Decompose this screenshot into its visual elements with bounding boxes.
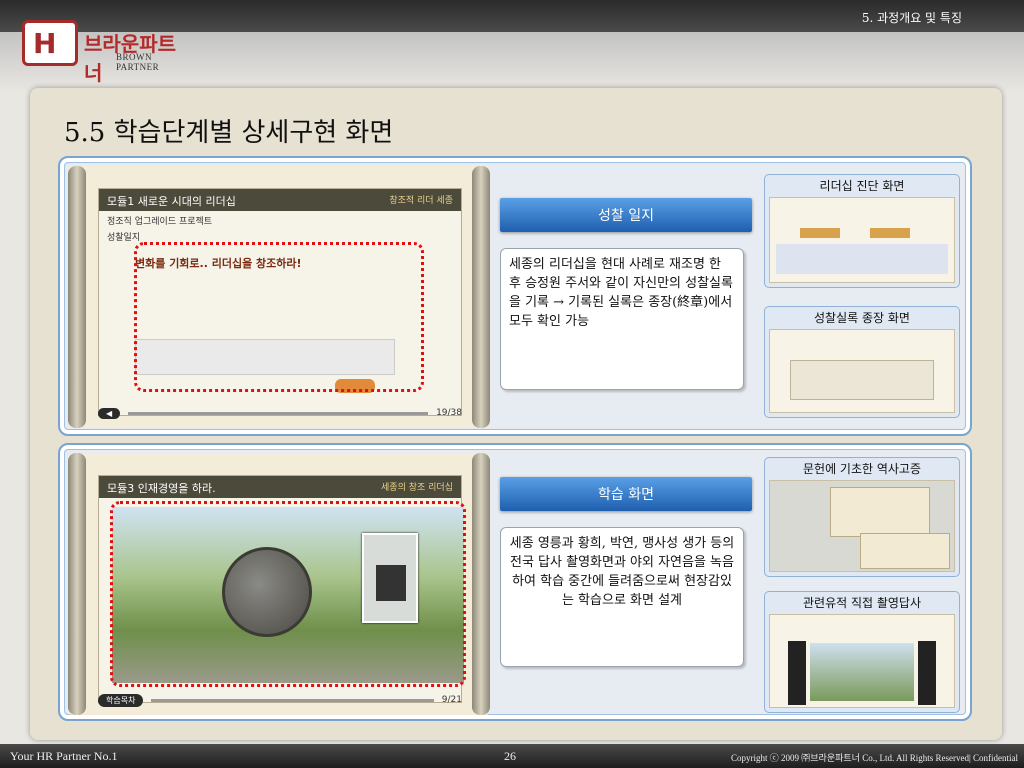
panel-learning: 모듈3 인재경영을 하라. 세종의 창조 리더십 학습목차 9/21 학습 화면… [58, 443, 972, 721]
thumb-caption: 관련유적 직접 촬영답사 [802, 595, 922, 610]
thumb-image [769, 480, 955, 572]
scroll-frame: 모듈3 인재경영을 하라. 세종의 창조 리더십 학습목차 9/21 [68, 453, 490, 715]
footer: Your HR Partner No.1 26 Copyright ⓒ 2009… [0, 744, 1024, 768]
screen-title-wrap: 모듈3 인재경영을 하라. [107, 480, 216, 495]
thumb-site-visit: 관련유적 직접 촬영답사 [764, 591, 960, 713]
highlight-box [134, 242, 424, 392]
description-reflection: 세종의 리더십을 현대 사례로 재조명 한 후 승정원 주서와 같이 자신만의 … [500, 248, 744, 390]
banner-reflection: 성찰 일지 [500, 198, 752, 232]
footer-tagline: Your HR Partner No.1 [10, 749, 118, 763]
module-title: 새로운 시대의 리더십 [137, 195, 236, 208]
module-label: 모듈1 [107, 195, 135, 208]
breadcrumb: 정조직 업그레이드 프로젝트 [107, 217, 213, 227]
banner-learning: 학습 화면 [500, 477, 752, 511]
thumb-final: 성찰실록 종장 화면 [764, 306, 960, 418]
thumb-image [769, 614, 955, 708]
thumb-historical: 문헌에 기초한 역사고증 [764, 457, 960, 577]
scroll-rod-right [472, 166, 490, 428]
progress-bar[interactable] [151, 698, 434, 702]
thumb-leadership: 리더십 진단 화면 [764, 174, 960, 288]
screen-title-wrap: 모듈1 새로운 시대의 리더십 [107, 193, 236, 208]
logo-mark-letter: H [33, 27, 57, 60]
section-label: 5. 과정개요 및 특징 [861, 11, 962, 25]
thumb-caption: 리더십 진단 화면 [819, 178, 905, 193]
thumb-image [769, 197, 955, 283]
module-label: 모듈3 [107, 482, 135, 495]
module-title: 인재경영을 하라. [137, 482, 216, 495]
scroll-rod-right [472, 453, 490, 715]
screen-nav: 학습목차 9/21 [98, 691, 462, 709]
scroll-rod-left [68, 166, 86, 428]
scroll-rod-left [68, 453, 86, 715]
screen-header: 모듈1 새로운 시대의 리더십 창조적 리더 세종 [99, 189, 461, 211]
highlight-box [110, 501, 466, 687]
page-counter: 19/38 [436, 408, 462, 418]
page-counter: 9/21 [441, 695, 462, 705]
copyright: Copyright ⓒ 2009 ㈜브라운파트너 Co., Ltd. All R… [731, 753, 1018, 763]
description-learning: 세종 영릉과 황희, 박연, 맹사성 생가 등의 전국 답사 촬영화면과 야외 … [500, 527, 744, 667]
thumb-caption: 성찰실록 종장 화면 [814, 310, 910, 325]
thumb-image [769, 329, 955, 413]
scroll-frame: 모듈1 새로운 시대의 리더십 창조적 리더 세종 정조직 업그레이드 프로젝트… [68, 166, 490, 428]
page-title: 5.5 학습단계별 상세구현 화면 [64, 118, 394, 148]
screen-subtitle: 세종의 창조 리더십 [381, 483, 453, 493]
logo-mark: H [22, 20, 78, 66]
logo-english: BROWN PARTNER [116, 52, 160, 72]
page-number: 26 [504, 749, 516, 763]
nav-menu-button[interactable]: 학습목차 [98, 693, 144, 707]
screen-nav: ◀ 19/38 [98, 404, 462, 422]
screen-subtitle: 창조적 리더 세종 [389, 196, 453, 206]
thumb-caption: 문헌에 기초한 역사고증 [802, 461, 922, 476]
nav-menu-button[interactable]: ◀ [98, 407, 121, 419]
progress-bar[interactable] [128, 411, 429, 415]
company-logo: H 브라운파트너 BROWN PARTNER [22, 20, 192, 85]
panel-reflection: 모듈1 새로운 시대의 리더십 창조적 리더 세종 정조직 업그레이드 프로젝트… [58, 156, 972, 436]
screen-header: 모듈3 인재경영을 하라. 세종의 창조 리더십 [99, 476, 461, 498]
